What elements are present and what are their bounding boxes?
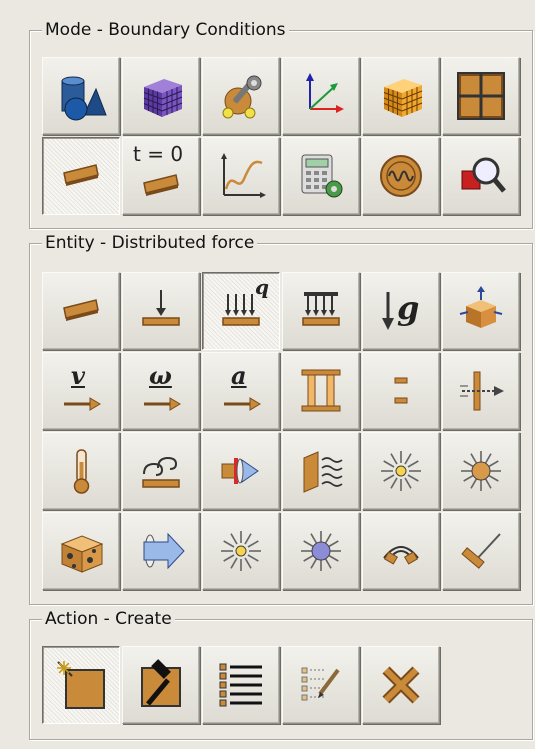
delete-button[interactable] [362,646,440,724]
entity-group-title: Entity - Distributed force [42,233,258,253]
shapes-icon [54,69,108,123]
constraint-button[interactable] [442,272,520,350]
material-wrench-icon [214,69,268,123]
distributed-force-label: q [255,275,269,299]
convection-button[interactable] [122,432,200,510]
gap-icon [374,364,428,418]
contact-icon [454,364,508,418]
gap-button[interactable] [362,352,440,430]
boundary-conditions-button[interactable] [42,137,120,215]
point-source-button[interactable] [202,512,280,590]
antenna-button[interactable] [362,512,440,590]
distributed-force-button[interactable]: q [202,272,280,350]
radiation-surface-icon [294,444,348,498]
action-groupbox: Action - Create [29,609,533,740]
point-force-button[interactable] [122,272,200,350]
orange-cube-mesh-icon [374,69,428,123]
gravity-label: g [397,289,420,327]
antenna-icon [374,524,428,578]
modify-button[interactable] [122,646,200,724]
magnifier-icon [454,149,508,203]
solid-mesh-mode-button[interactable] [362,57,440,135]
thermometer-icon [54,444,108,498]
wave-circle-icon [374,149,428,203]
entity-button-grid: q g v ω a [42,272,520,590]
plate-icon [54,284,108,338]
geometry-mode-button[interactable] [42,57,120,135]
heat-flux-icon [214,444,268,498]
hammer-icon [134,658,188,712]
initial-conditions-label: t = 0 [133,142,184,166]
edit-list-button[interactable] [282,646,360,724]
pillar-button[interactable] [282,352,360,430]
oscillator-button[interactable] [362,137,440,215]
create-sparkle-icon [54,658,108,712]
mesh-mode-button[interactable] [122,57,200,135]
pressure-icon [294,284,348,338]
action-button-grid [42,646,520,724]
surface-flow-button[interactable] [122,512,200,590]
cheese-block-button[interactable] [42,512,120,590]
probe-icon [454,524,508,578]
point-force-icon [134,284,188,338]
velocity-label: v [71,361,85,390]
plate-load-button[interactable] [42,272,120,350]
acceleration-label: a [231,361,247,390]
angular-velocity-label: ω [149,361,172,390]
sun-outline-icon [374,444,428,498]
mode-button-grid: t = 0 [42,57,520,215]
probe-button[interactable] [442,512,520,590]
grid-mode-button[interactable] [442,57,520,135]
pressure-button[interactable] [282,272,360,350]
pencil-list-icon [294,658,348,712]
constraint-block-icon [454,284,508,338]
materials-mode-button[interactable] [202,57,280,135]
entity-groupbox: Entity - Distributed force q g v ω a [29,233,533,605]
radiation-surface-button[interactable] [282,432,360,510]
coordinate-system-button[interactable] [282,57,360,135]
axes-icon [294,69,348,123]
convection-icon [134,444,188,498]
delete-x-icon [374,658,428,712]
heat-flux-button[interactable] [202,432,280,510]
purple-cube-mesh-icon [134,69,188,123]
curves-button[interactable] [202,137,280,215]
grid-icon [454,69,508,123]
plate-icon [54,149,108,203]
list-icon [214,658,268,712]
calculator-gear-icon [294,149,348,203]
action-group-title: Action - Create [42,609,175,629]
sphere-source-button[interactable] [282,512,360,590]
acceleration-button[interactable]: a [202,352,280,430]
create-button[interactable] [42,646,120,724]
volume-heat-source-button[interactable] [442,432,520,510]
boundary-conditions-panel: Mode - Boundary Conditions t = 0 Entity … [0,0,535,749]
mode-group-title: Mode - Boundary Conditions [42,20,289,40]
velocity-button[interactable]: v [42,352,120,430]
curve-graph-icon [214,149,268,203]
list-button[interactable] [202,646,280,724]
star-burst-icon [214,524,268,578]
contact-button[interactable] [442,352,520,430]
cheese-block-icon [54,524,108,578]
point-heat-source-button[interactable] [362,432,440,510]
angular-velocity-button[interactable]: ω [122,352,200,430]
calculator-settings-button[interactable] [282,137,360,215]
gravity-button[interactable]: g [362,272,440,350]
temperature-button[interactable] [42,432,120,510]
pillar-icon [294,364,348,418]
inspect-button[interactable] [442,137,520,215]
mode-groupbox: Mode - Boundary Conditions t = 0 [29,20,533,229]
sun-filled-icon [454,444,508,498]
flow-arrow-icon [134,524,188,578]
initial-conditions-button[interactable]: t = 0 [122,137,200,215]
sphere-burst-icon [294,524,348,578]
